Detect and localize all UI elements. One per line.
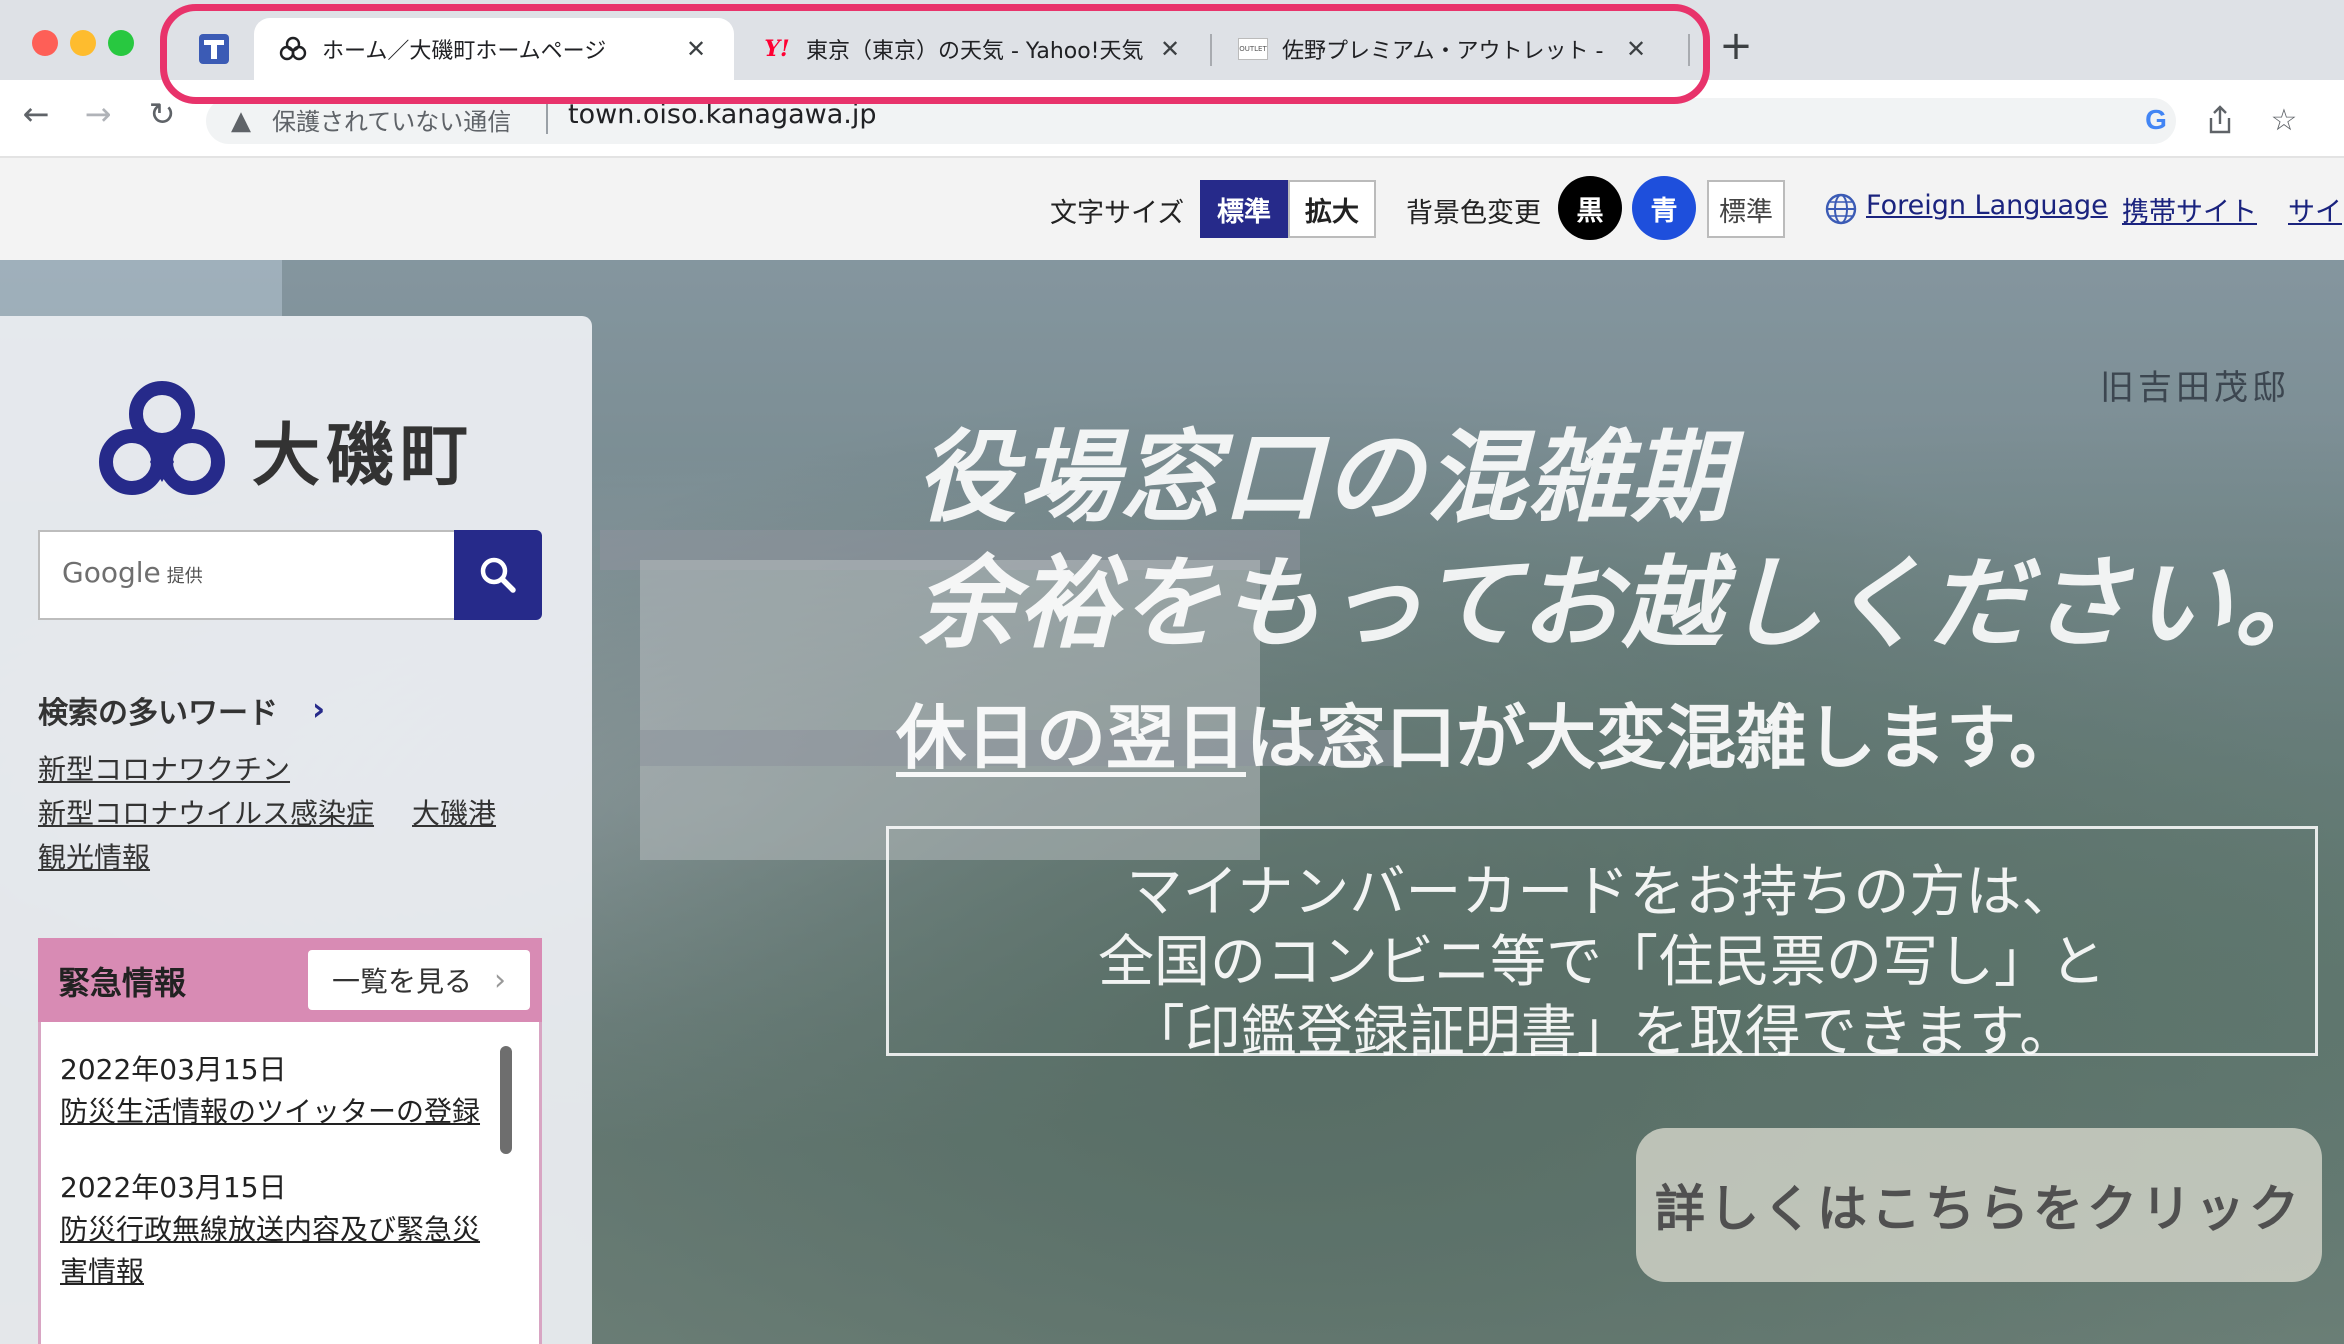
window-zoom-button[interactable]: [108, 30, 134, 56]
cloud-outline-icon: [278, 34, 308, 64]
emergency-item-link[interactable]: 防災行政無線放送内容及び緊急災: [60, 1208, 480, 1248]
reload-icon[interactable]: ↻: [140, 92, 184, 136]
bg-standard-button[interactable]: 標準: [1707, 180, 1785, 238]
sitemap-link[interactable]: サイ: [2288, 190, 2342, 229]
font-size-standard-button[interactable]: 標準: [1200, 180, 1288, 238]
hero-box-line: 全国のコンビニ等で「住民票の写し」と: [1098, 930, 2106, 995]
google-icon[interactable]: G: [2134, 98, 2178, 142]
view-all-button[interactable]: 一覧を見る ›: [308, 950, 530, 1010]
search-placeholder: Google 提供: [62, 556, 203, 589]
hero-photo-caption: 旧吉田茂邸: [2100, 368, 2290, 408]
pinned-app-icon: [199, 34, 229, 64]
search-placeholder-brand: Google: [62, 556, 161, 589]
tab-oiso-home[interactable]: ホーム／大磯町ホームページ ✕: [254, 18, 734, 80]
view-all-label: 一覧を見る: [331, 965, 472, 998]
pinned-tab[interactable]: [186, 24, 242, 74]
globe-icon: [1824, 192, 1858, 230]
hero-subheadline: 休日の翌日は窓口が大変混雑します。: [896, 682, 2079, 783]
bg-black-button[interactable]: 黒: [1558, 176, 1622, 240]
url-text[interactable]: town.oiso.kanagawa.jp: [568, 99, 877, 130]
keyword-link[interactable]: 新型コロナワクチン: [38, 748, 290, 788]
forward-icon[interactable]: →: [76, 92, 120, 136]
font-size-large-button[interactable]: 拡大: [1288, 180, 1376, 238]
window-close-button[interactable]: [32, 30, 58, 56]
site-logo-text[interactable]: 大磯町: [252, 400, 474, 499]
emergency-item-link[interactable]: 害情報: [60, 1250, 144, 1290]
warning-icon[interactable]: ▲: [224, 104, 258, 138]
popular-keywords-title[interactable]: 検索の多いワード: [38, 688, 278, 732]
back-icon[interactable]: ←: [14, 92, 58, 136]
font-size-label: 文字サイズ: [1050, 198, 1185, 229]
tab-close-icon[interactable]: ✕: [1622, 35, 1650, 63]
hero-subheadline-rest: は窓口が大変混雑します。: [1246, 697, 2079, 779]
emergency-scrollbar[interactable]: [500, 1046, 512, 1154]
new-tab-button[interactable]: +: [1716, 23, 1756, 69]
tab-close-icon[interactable]: ✕: [1156, 35, 1184, 63]
keyword-link[interactable]: 観光情報: [38, 836, 150, 876]
window-minimize-button[interactable]: [70, 30, 96, 56]
search-placeholder-suffix: 提供: [166, 566, 203, 587]
tab-title: 東京（東京）の天気 - Yahoo!天気: [806, 39, 1144, 64]
panel-decoration: [0, 260, 282, 316]
hero-subheadline-emphasis: 休日の翌日: [896, 697, 1246, 779]
security-status-label[interactable]: 保護されていない通信: [272, 102, 511, 137]
search-button[interactable]: [454, 530, 542, 620]
emergency-item-date: 2022年03月15日: [60, 1171, 287, 1204]
hero-headline-2: 余裕をもってお越しください。: [916, 545, 2336, 662]
tab-separator: [1688, 34, 1690, 66]
foreign-language-link[interactable]: Foreign Language: [1866, 190, 2108, 221]
bg-color-label: 背景色変更: [1406, 198, 1541, 229]
tab-title: 佐野プレミアム・アウトレット - P: [1282, 39, 1612, 64]
keyword-link[interactable]: 大磯港: [412, 792, 496, 832]
tab-title: ホーム／大磯町ホームページ: [322, 39, 607, 64]
address-separator: [546, 104, 548, 134]
emergency-item-link[interactable]: 防災生活情報のツイッターの登録: [60, 1090, 480, 1130]
chevron-right-icon: ›: [494, 962, 506, 998]
browser-tab-bar: ホーム／大磯町ホームページ ✕ Y! 東京（東京）の天気 - Yahoo!天気 …: [0, 0, 2344, 104]
keyword-link[interactable]: 新型コロナウイルス感染症: [38, 792, 374, 832]
oiso-town-logo-icon[interactable]: [96, 378, 228, 502]
tab-separator: [1210, 34, 1212, 66]
hero-box-line: マイナンバーカードをお持ちの方は、: [1126, 860, 2078, 925]
yahoo-icon: Y!: [764, 36, 790, 62]
tab-sano-outlet[interactable]: OUTLET 佐野プレミアム・アウトレット - P ✕: [1214, 18, 1674, 80]
chevron-right-icon[interactable]: ›: [312, 690, 325, 728]
search-icon: [480, 557, 516, 593]
hero-headline-1: 役場窓口の混雑期: [916, 419, 1732, 536]
outlet-icon: OUTLET: [1238, 34, 1268, 64]
hero-details-button[interactable]: 詳しくはこちらをクリック: [1636, 1128, 2322, 1282]
mobile-site-link[interactable]: 携帯サイト: [2122, 190, 2257, 229]
hero-info-box: マイナンバーカードをお持ちの方は、 全国のコンビニ等で「住民票の写し」と 「印鑑…: [886, 826, 2318, 1065]
tab-yahoo-weather[interactable]: Y! 東京（東京）の天気 - Yahoo!天気 ✕: [738, 18, 1208, 80]
bookmark-star-icon[interactable]: ☆: [2262, 98, 2306, 142]
bg-blue-button[interactable]: 青: [1632, 176, 1696, 240]
hero-box-line: 「印鑑登録証明書」を取得できます。: [1128, 1000, 2076, 1065]
tab-close-icon[interactable]: ✕: [682, 35, 710, 63]
share-icon[interactable]: [2198, 98, 2242, 142]
emergency-item-date: 2022年03月15日: [60, 1053, 287, 1086]
emergency-info-title: 緊急情報: [58, 964, 187, 1002]
